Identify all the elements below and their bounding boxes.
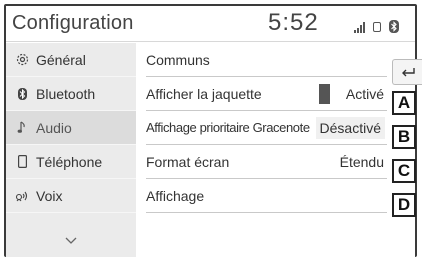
header: Configuration 5:52 [6,6,415,42]
music-note-icon [14,121,30,134]
sidebar-item-voice[interactable]: Voix [6,179,136,213]
signal-icon [354,21,365,33]
display-frame: Configuration 5:52 Général Bluetooth Aud… [4,4,422,257]
bluetooth-status-icon [389,20,399,33]
callout-b: B [392,125,416,149]
sidebar-item-label: Bluetooth [36,85,96,102]
setting-label: Format écran [146,153,230,170]
sidebar-item-audio[interactable]: Audio [6,111,136,145]
setting-label: Afficher la jaquette [146,85,262,102]
screen: Configuration 5:52 Général Bluetooth Aud… [0,0,422,261]
setting-label: Affichage [146,187,205,204]
back-arrow-icon [401,68,415,77]
sidebar-item-label: Voix [36,187,63,204]
setting-value: Désactivé [315,116,385,139]
setting-label: Affichage prioritaire Gracenote [146,120,310,135]
section-title: Communs [146,51,210,68]
setting-value: Activé [345,85,384,102]
sidebar-item-label: Téléphone [36,153,103,170]
gear-icon [14,53,30,66]
sidebar-item-general[interactable]: Général [6,43,136,77]
chevron-down-icon[interactable] [64,234,78,248]
phone-icon [14,155,30,168]
settings-list: Communs Afficher la jaquette Activé Affi… [136,43,415,257]
setting-row-album-art[interactable]: Afficher la jaquette Activé [146,77,387,111]
voice-icon [14,190,30,202]
callout-c: C [392,159,416,183]
sidebar-item-label: Audio [36,119,72,136]
callout-a: A [392,91,416,115]
toggle-indicator [319,84,330,104]
setting-row-screen-format[interactable]: Format écran Étendu [146,145,387,179]
status-icons [354,17,399,33]
section-header: Communs [146,43,387,77]
setting-row-display[interactable]: Affichage [146,179,387,213]
page-title: Configuration [12,12,134,34]
sidebar: Général Bluetooth Audio Téléphone Voix [6,43,136,257]
callout-d: D [392,193,416,217]
sidebar-item-telephone[interactable]: Téléphone [6,145,136,179]
sidebar-item-bluetooth[interactable]: Bluetooth [6,77,136,111]
sidebar-item-label: Général [36,51,86,68]
setting-row-gracenote[interactable]: Affichage prioritaire Gracenote Désactiv… [146,111,387,145]
phone-battery-icon [373,22,381,32]
bluetooth-icon [14,87,30,100]
setting-value: Étendu [339,153,384,170]
back-button[interactable] [392,59,422,85]
clock: 5:52 [268,9,319,36]
